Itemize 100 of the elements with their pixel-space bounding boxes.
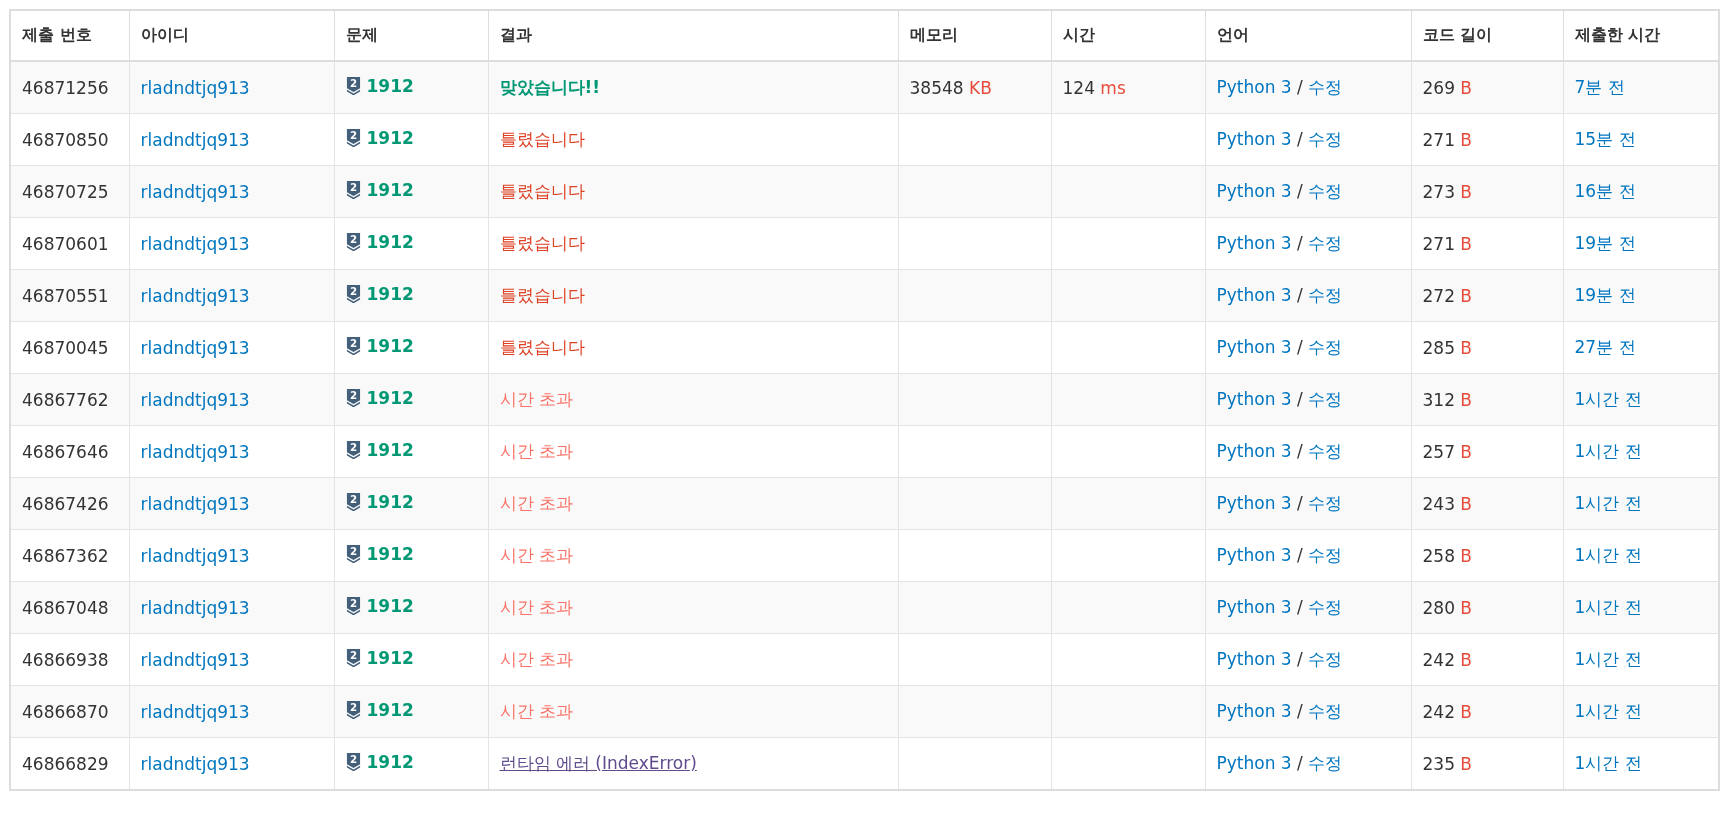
separator: / — [1297, 545, 1303, 565]
tier-badge-icon: 2 — [345, 648, 361, 668]
language-link[interactable]: Python 3 — [1216, 753, 1292, 773]
result-text: 시간 초과 — [499, 441, 573, 461]
edit-link[interactable]: 수정 — [1308, 493, 1343, 513]
submitted-time-link[interactable]: 19분 전 — [1574, 233, 1636, 253]
tier-badge-icon: 2 — [345, 284, 361, 304]
problem-link[interactable]: 1912 — [366, 75, 414, 96]
time-value: 124 ms — [1062, 77, 1126, 98]
edit-link[interactable]: 수정 — [1308, 545, 1343, 565]
code-length: 242 B — [1422, 649, 1473, 670]
problem-link[interactable]: 1912 — [366, 439, 414, 460]
submitted-time-link[interactable]: 19분 전 — [1574, 285, 1636, 305]
edit-link[interactable]: 수정 — [1308, 597, 1343, 617]
submission-id: 46870725 — [22, 181, 109, 202]
submission-id: 46866829 — [22, 753, 109, 774]
language-link[interactable]: Python 3 — [1216, 597, 1292, 617]
edit-link[interactable]: 수정 — [1308, 181, 1343, 201]
separator: / — [1297, 389, 1303, 409]
language-link[interactable]: Python 3 — [1216, 493, 1292, 513]
problem-link[interactable]: 1912 — [366, 595, 414, 616]
code-length: 269 B — [1422, 77, 1473, 98]
separator: / — [1297, 753, 1303, 773]
submitted-time-link[interactable]: 27분 전 — [1574, 337, 1636, 357]
edit-link[interactable]: 수정 — [1308, 233, 1343, 253]
column-header: 메모리 — [898, 10, 1051, 61]
language-link[interactable]: Python 3 — [1216, 545, 1292, 565]
submitted-time-link[interactable]: 1시간 전 — [1574, 545, 1642, 565]
submitted-time-link[interactable]: 1시간 전 — [1574, 389, 1642, 409]
tier-badge-icon: 2 — [345, 336, 361, 356]
submitted-time-link[interactable]: 16분 전 — [1574, 181, 1636, 201]
submitted-time-link[interactable]: 1시간 전 — [1574, 753, 1642, 773]
edit-link[interactable]: 수정 — [1308, 753, 1343, 773]
problem-link[interactable]: 1912 — [366, 127, 414, 148]
separator: / — [1297, 129, 1303, 149]
separator: / — [1297, 285, 1303, 305]
submitted-time-link[interactable]: 1시간 전 — [1574, 701, 1642, 721]
tier-badge-icon: 2 — [345, 180, 361, 200]
submitted-time-link[interactable]: 1시간 전 — [1574, 649, 1642, 669]
tier-badge-icon: 2 — [345, 388, 361, 408]
result-text: 틀렸습니다 — [499, 181, 585, 201]
submitted-time-link[interactable]: 1시간 전 — [1574, 597, 1642, 617]
language-link[interactable]: Python 3 — [1216, 77, 1292, 97]
code-length: 235 B — [1422, 753, 1473, 774]
submitted-time-link[interactable]: 1시간 전 — [1574, 493, 1642, 513]
language-link[interactable]: Python 3 — [1216, 701, 1292, 721]
submitted-time-link[interactable]: 1시간 전 — [1574, 441, 1642, 461]
edit-link[interactable]: 수정 — [1308, 77, 1343, 97]
edit-link[interactable]: 수정 — [1308, 389, 1343, 409]
problem-link[interactable]: 1912 — [366, 647, 414, 668]
problem-link[interactable]: 1912 — [366, 751, 414, 772]
result-text: 시간 초과 — [499, 545, 573, 565]
language-link[interactable]: Python 3 — [1216, 389, 1292, 409]
submission-id: 46866870 — [22, 701, 109, 722]
problem-link[interactable]: 1912 — [366, 231, 414, 252]
result-text: 시간 초과 — [499, 597, 573, 617]
result-text[interactable]: 런타임 에러 (IndexError) — [499, 753, 697, 773]
problem-link[interactable]: 1912 — [366, 491, 414, 512]
separator: / — [1297, 181, 1303, 201]
separator: / — [1297, 337, 1303, 357]
submitted-time-link[interactable]: 7분 전 — [1574, 77, 1625, 97]
edit-link[interactable]: 수정 — [1308, 337, 1343, 357]
edit-link[interactable]: 수정 — [1308, 285, 1343, 305]
language-link[interactable]: Python 3 — [1216, 233, 1292, 253]
separator: / — [1297, 649, 1303, 669]
edit-link[interactable]: 수정 — [1308, 129, 1343, 149]
separator: / — [1297, 441, 1303, 461]
problem-link[interactable]: 1912 — [366, 387, 414, 408]
edit-link[interactable]: 수정 — [1308, 701, 1343, 721]
language-link[interactable]: Python 3 — [1216, 649, 1292, 669]
code-length: 243 B — [1422, 493, 1473, 514]
language-link[interactable]: Python 3 — [1216, 337, 1292, 357]
language-link[interactable]: Python 3 — [1216, 285, 1292, 305]
separator: / — [1297, 233, 1303, 253]
submission-id: 46867646 — [22, 441, 109, 462]
column-header: 코드 길이 — [1411, 10, 1563, 61]
edit-link[interactable]: 수정 — [1308, 649, 1343, 669]
result-text: 시간 초과 — [499, 701, 573, 721]
code-length: 272 B — [1422, 285, 1473, 306]
result-text: 틀렸습니다 — [499, 285, 585, 305]
language-link[interactable]: Python 3 — [1216, 441, 1292, 461]
submission-id: 46867362 — [22, 545, 109, 566]
problem-link[interactable]: 1912 — [366, 179, 414, 200]
column-header: 제출한 시간 — [1563, 10, 1719, 61]
tier-badge-icon: 2 — [345, 700, 361, 720]
edit-link[interactable]: 수정 — [1308, 441, 1343, 461]
problem-link[interactable]: 1912 — [366, 283, 414, 304]
separator: / — [1297, 77, 1303, 97]
tier-badge-icon: 2 — [345, 128, 361, 148]
language-link[interactable]: Python 3 — [1216, 129, 1292, 149]
language-link[interactable]: Python 3 — [1216, 181, 1292, 201]
submitted-time-link[interactable]: 15분 전 — [1574, 129, 1636, 149]
column-header: 제출 번호 — [10, 10, 129, 61]
column-header: 언어 — [1205, 10, 1411, 61]
problem-link[interactable]: 1912 — [366, 335, 414, 356]
submission-id: 46870045 — [22, 337, 109, 358]
problem-link[interactable]: 1912 — [366, 543, 414, 564]
result-text: 시간 초과 — [499, 493, 573, 513]
column-header: 문제 — [334, 10, 488, 61]
problem-link[interactable]: 1912 — [366, 699, 414, 720]
